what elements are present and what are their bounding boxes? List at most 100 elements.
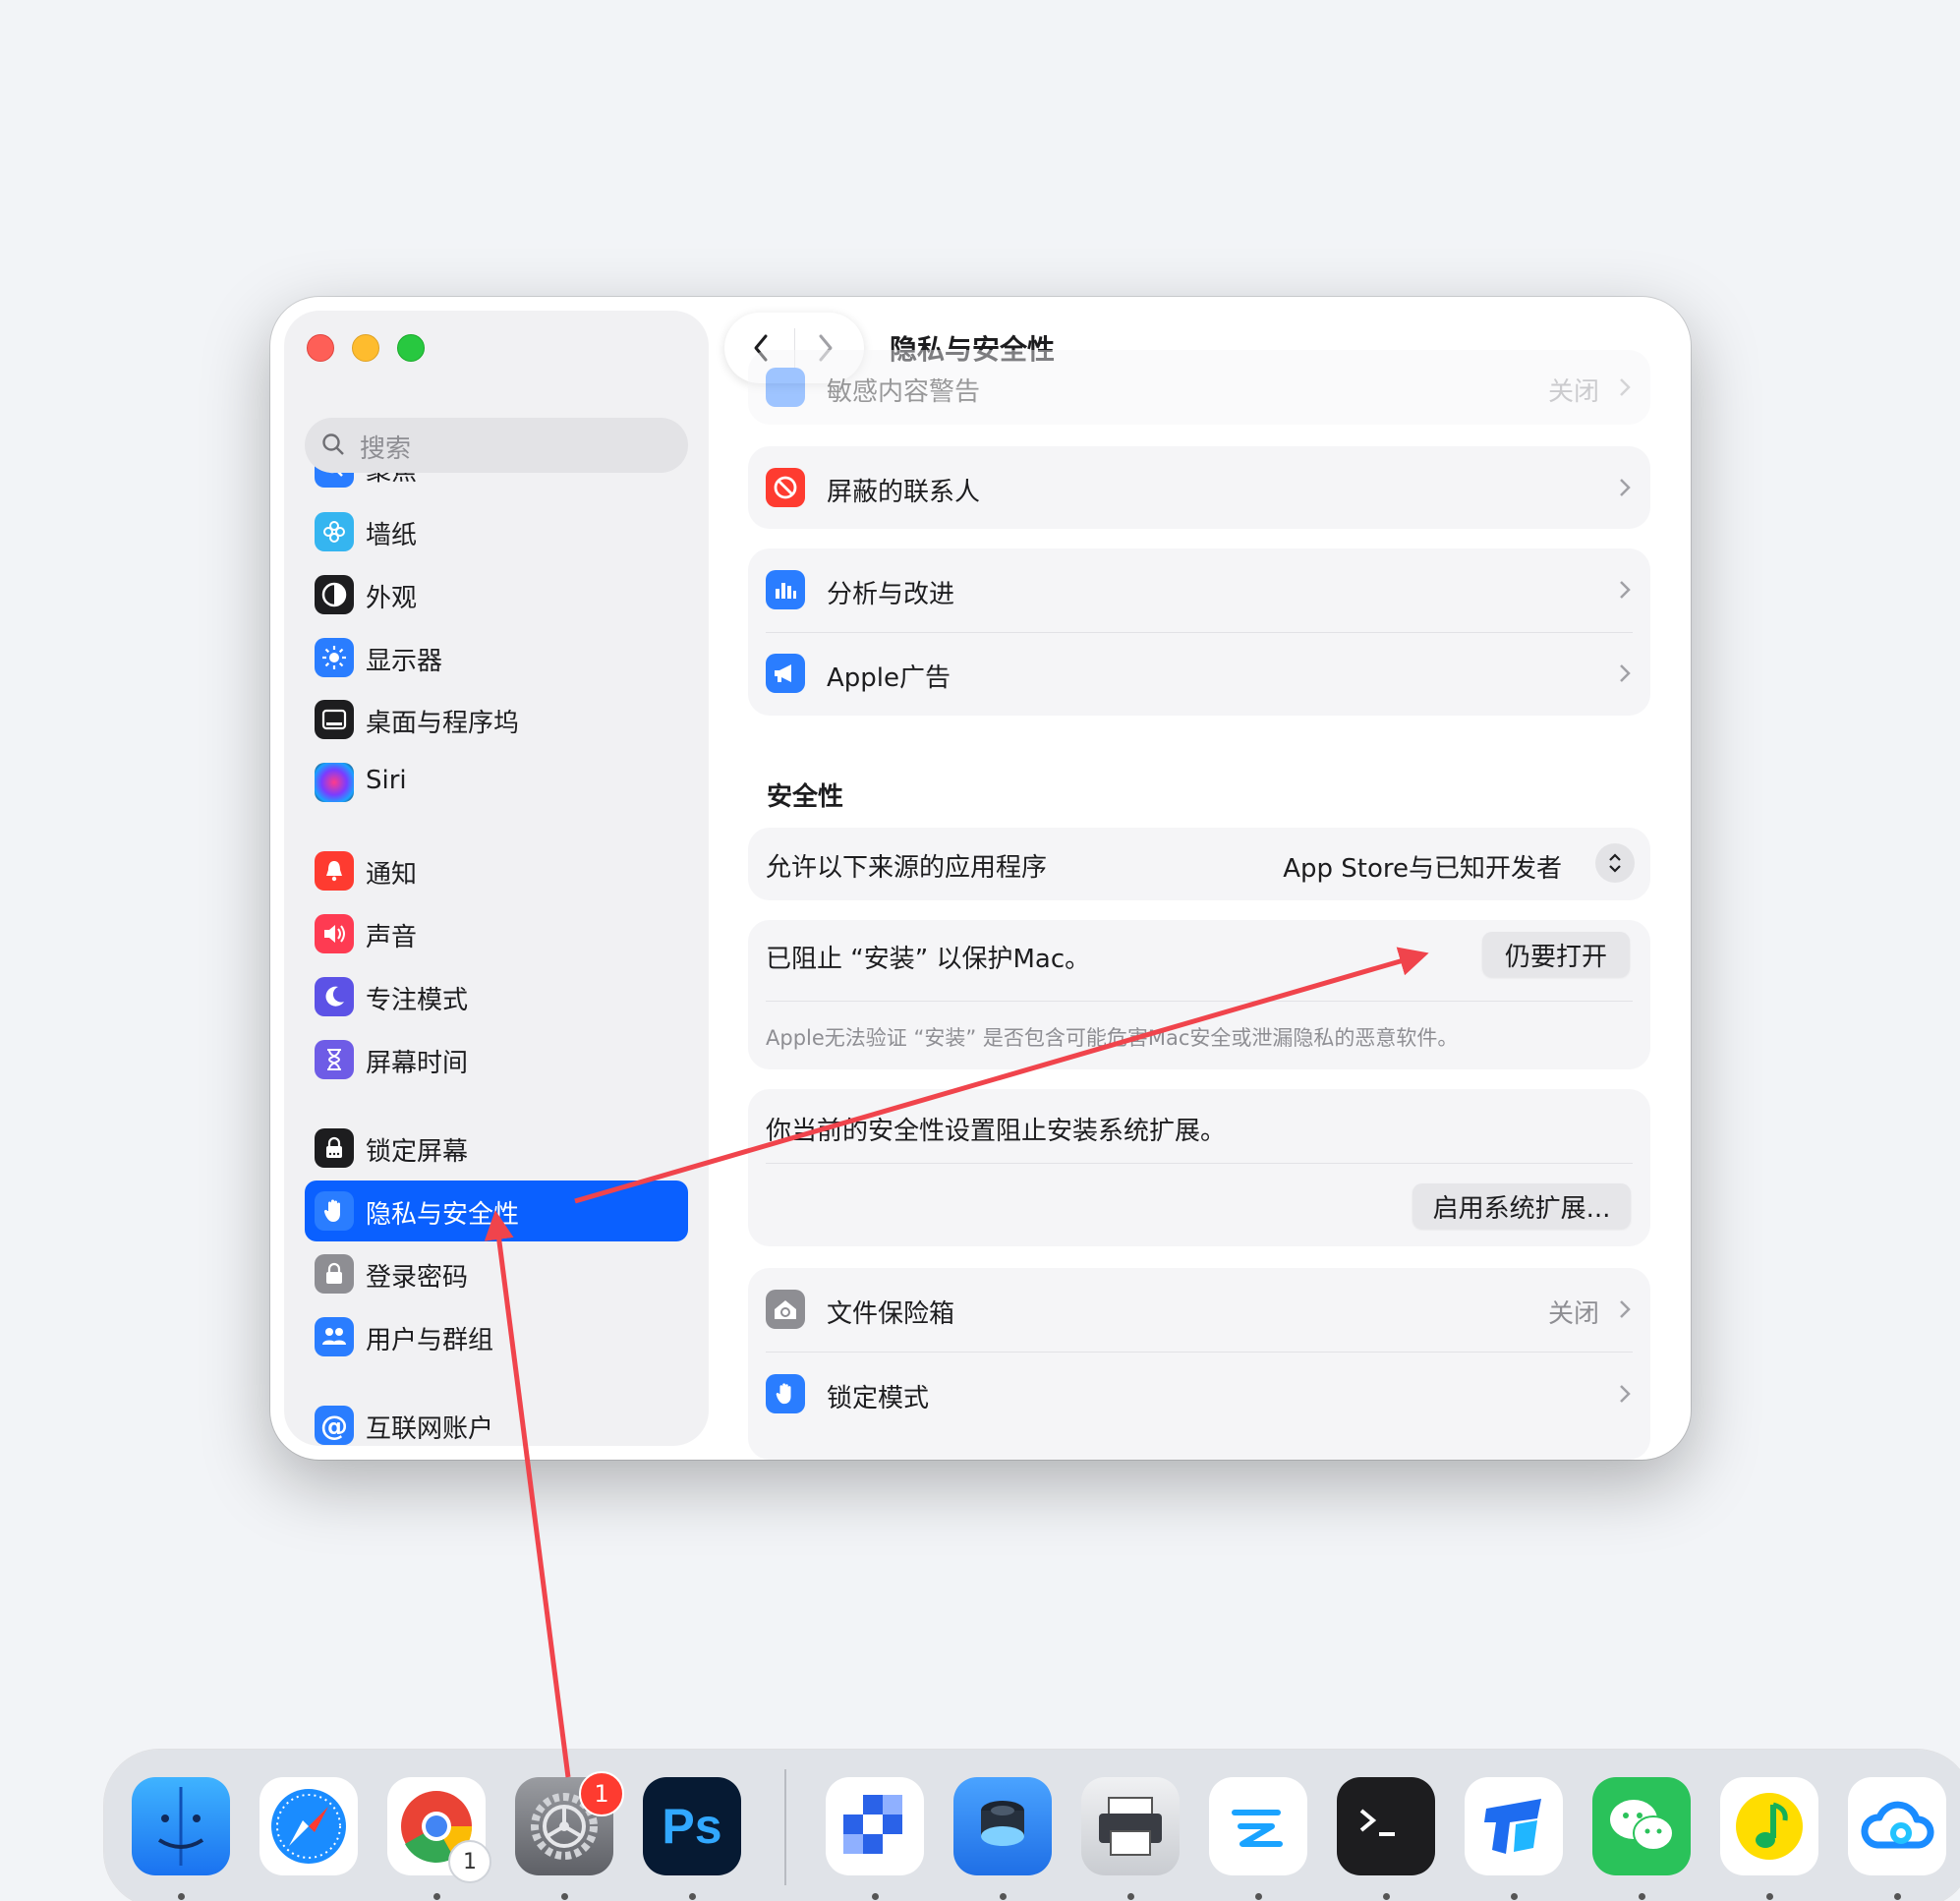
open-anyway-button[interactable]: 仍要打开 [1482, 932, 1630, 977]
sidebar-item-label: 桌面与程序坞 [366, 709, 520, 738]
chevron-right-icon [1620, 581, 1631, 599]
filevault-icon [766, 1290, 805, 1329]
sidebar-item-login-password[interactable]: 登录密码 [305, 1243, 688, 1304]
sidebar-item-siri[interactable]: Siri [305, 752, 688, 813]
row-label: 锁定模式 [827, 1384, 930, 1413]
photoshop-icon[interactable]: Ps [643, 1777, 741, 1875]
analytics-row[interactable]: 分析与改进 [748, 548, 1650, 632]
select-stepper[interactable] [1595, 843, 1635, 883]
appearance-icon [315, 575, 354, 614]
terminal-icon[interactable] [1337, 1777, 1435, 1875]
row-value: 关闭 [1547, 1299, 1599, 1329]
at-icon: @ [315, 1406, 354, 1445]
row-label: Apple广告 [827, 663, 951, 693]
sidebar-item-notifications[interactable]: 通知 [305, 840, 688, 901]
printer-icon[interactable] [1081, 1777, 1180, 1875]
row-label: 敏感内容警告 [827, 377, 981, 407]
sidebar-item-users-groups[interactable]: 用户与群组 [305, 1306, 688, 1367]
running-indicator [1000, 1893, 1007, 1900]
sidebar-item-label: 互联网账户 [366, 1414, 494, 1444]
blocked-contacts-card: 屏蔽的联系人 [748, 446, 1650, 529]
dock-icon [315, 700, 354, 739]
blocked-app-note: Apple无法验证 “安装” 是否包含可能危害Mac安全或泄漏隐私的恶意软件。 [766, 1026, 1459, 1050]
running-indicator [178, 1893, 185, 1900]
wallpaper-icon [315, 512, 354, 551]
hand-icon [315, 1191, 354, 1231]
sidebar-item-display[interactable]: 显示器 [305, 627, 688, 688]
section-title-security: 安全性 [767, 782, 844, 812]
running-indicator [872, 1893, 879, 1900]
zoom-button[interactable] [397, 334, 425, 362]
lens-app-icon[interactable] [953, 1777, 1052, 1875]
chevron-up-down-icon [1609, 853, 1621, 873]
search-placeholder: 搜索 [360, 434, 412, 464]
blocks-app-icon[interactable] [826, 1777, 924, 1875]
allow-apps-card: 允许以下来源的应用程序 App Store与已知开发者 [748, 828, 1650, 900]
megaphone-icon [766, 654, 805, 693]
finder-icon[interactable] [132, 1777, 230, 1875]
filevault-row[interactable]: 文件保险箱 关闭 [748, 1268, 1650, 1352]
sound-icon [315, 914, 354, 953]
sidebar-item-label: 声音 [366, 923, 418, 952]
row-value: 关闭 [1547, 377, 1599, 407]
sidebar-item-label: 隐私与安全性 [366, 1200, 520, 1230]
chevron-right-icon [1620, 1385, 1631, 1403]
sidebar-item-lock-screen[interactable]: 锁定屏幕 [305, 1118, 688, 1179]
lock-icon [315, 1254, 354, 1294]
lockdown-row[interactable]: 锁定模式 [748, 1352, 1650, 1436]
hourglass-icon [315, 1040, 354, 1079]
blocked-contacts-row[interactable]: 屏蔽的联系人 [748, 446, 1650, 529]
close-button[interactable] [307, 334, 334, 362]
photoshop-label: Ps [662, 1799, 722, 1854]
apple-ads-row[interactable]: Apple广告 [748, 632, 1650, 716]
search-input[interactable]: 搜索 [305, 418, 688, 473]
system-extension-card: 你当前的安全性设置阻止安装系统扩展。 启用系统扩展... [748, 1089, 1650, 1246]
sidebar-item-internet-accounts[interactable]: @ 互联网账户 [305, 1395, 688, 1456]
filevault-lockdown-card: 文件保险箱 关闭 锁定模式 [748, 1268, 1650, 1460]
sidebar-item-sound[interactable]: 声音 [305, 903, 688, 964]
minimize-button[interactable] [352, 334, 379, 362]
sidebar-item-desktop-dock[interactable]: 桌面与程序坞 [305, 689, 688, 750]
row-label: 分析与改进 [827, 580, 955, 609]
row-label: 允许以下来源的应用程序 [766, 853, 1048, 883]
sidebar-item-label: Siri [366, 766, 407, 795]
sidebar-item-appearance[interactable]: 外观 [305, 564, 688, 625]
blue-app-icon[interactable] [1465, 1777, 1563, 1875]
sidebar-item-label: 屏幕时间 [366, 1049, 469, 1078]
row-divider [766, 1001, 1633, 1002]
chevron-right-icon [1620, 479, 1631, 496]
sensitive-content-card: 敏感内容警告 关闭 [748, 350, 1650, 425]
sensitive-content-row[interactable]: 敏感内容警告 关闭 [748, 350, 1650, 425]
running-indicator [689, 1893, 696, 1900]
row-label: 文件保险箱 [827, 1299, 955, 1329]
extension-label: 你当前的安全性设置阻止安装系统扩展。 [766, 1117, 1227, 1146]
running-indicator [1894, 1893, 1901, 1900]
sidebar-item-focus[interactable]: 专注模式 [305, 966, 688, 1027]
sidebar-item-privacy-security[interactable]: 隐私与安全性 [305, 1181, 688, 1241]
row-divider [766, 1163, 1633, 1164]
enable-extensions-button[interactable]: 启用系统扩展... [1412, 1183, 1631, 1229]
allow-apps-select[interactable]: App Store与已知开发者 [1283, 848, 1562, 885]
sidebar-item-label: 墙纸 [366, 521, 418, 550]
running-indicator [1127, 1893, 1134, 1900]
cloud-app-icon[interactable] [1848, 1777, 1946, 1875]
qq-music-icon[interactable] [1720, 1777, 1818, 1875]
sidebar-item-label: 用户与群组 [366, 1326, 494, 1355]
cloud-drive-icon[interactable] [1209, 1777, 1307, 1875]
safari-icon[interactable] [259, 1777, 358, 1875]
row-label: 屏蔽的联系人 [827, 478, 981, 507]
sidebar-item-wallpaper[interactable]: 墙纸 [305, 501, 688, 562]
chevron-right-icon [1620, 664, 1631, 682]
chevron-right-icon [1620, 1300, 1631, 1318]
wechat-icon[interactable] [1592, 1777, 1691, 1875]
running-indicator [1255, 1893, 1262, 1900]
sidebar-item-screen-time[interactable]: 屏幕时间 [305, 1029, 688, 1090]
bar-chart-icon [766, 570, 805, 609]
chevron-right-icon [1620, 378, 1631, 396]
running-indicator [1639, 1893, 1645, 1900]
analytics-ads-card: 分析与改进 Apple广告 [748, 548, 1650, 716]
sidebar-item-label: 登录密码 [366, 1263, 469, 1293]
sidebar-item-label: 锁定屏幕 [366, 1137, 469, 1167]
running-indicator [433, 1893, 440, 1900]
allow-apps-row: 允许以下来源的应用程序 App Store与已知开发者 [748, 828, 1650, 900]
